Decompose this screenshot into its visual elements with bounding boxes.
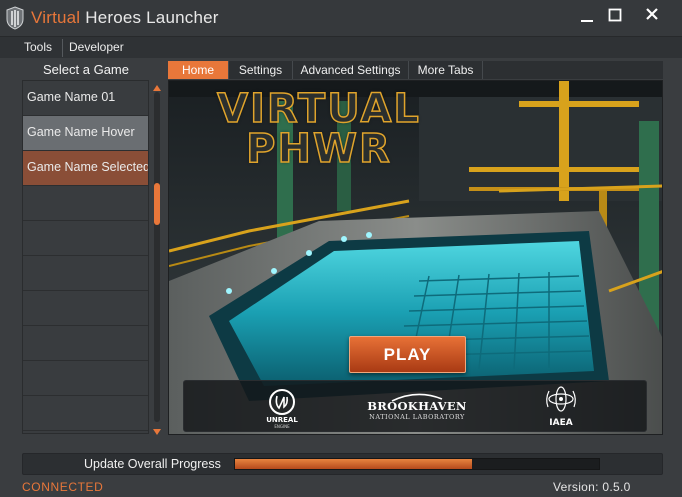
close-button[interactable] — [639, 6, 665, 28]
tab-bar-filler — [483, 61, 663, 79]
game-item-empty[interactable] — [23, 291, 148, 326]
window-title-rest: Heroes Launcher — [85, 8, 219, 27]
game-item-empty[interactable] — [23, 256, 148, 291]
home-hero: VIRTUAL PHWR PLAY UNREAL ENGINE BROOKHAV… — [168, 80, 663, 435]
game-item-empty[interactable] — [23, 396, 148, 431]
window-title-accent: Virtual — [31, 8, 81, 27]
progress-bar — [234, 458, 600, 470]
tab-settings[interactable]: Settings — [229, 61, 293, 79]
title-bar: Virtual Heroes Launcher — [0, 0, 682, 36]
hero-title-line-1: VIRTUAL — [216, 86, 421, 132]
maximize-icon — [608, 8, 622, 22]
connection-status: CONNECTED — [22, 480, 104, 494]
window-title: Virtual Heroes Launcher — [31, 8, 219, 28]
game-list-scrollbar[interactable] — [152, 80, 162, 435]
scroll-up-arrow-icon[interactable] — [152, 80, 162, 91]
menu-bar: Tools Developer — [0, 36, 682, 58]
brookhaven-logo-text: BROOKHAVEN — [367, 399, 467, 413]
unreal-logo-text: UNREAL — [266, 416, 298, 424]
game-item-empty[interactable] — [23, 361, 148, 396]
play-button[interactable]: PLAY — [349, 336, 466, 373]
unreal-engine-logo-icon: UNREAL ENGINE — [262, 387, 302, 429]
menu-divider — [62, 39, 63, 57]
scroll-thumb[interactable] — [154, 183, 160, 225]
iaea-logo-text: IAEA — [549, 418, 572, 428]
close-icon — [646, 8, 658, 20]
game-item-empty[interactable] — [23, 326, 148, 361]
version-label: Version: 0.5.0 — [553, 480, 631, 494]
game-item-empty[interactable] — [23, 186, 148, 221]
hero-title: VIRTUAL PHWR — [169, 86, 469, 172]
minimize-button[interactable] — [574, 6, 600, 28]
maximize-button[interactable] — [602, 6, 628, 28]
progress-bar-fill — [235, 459, 472, 469]
update-progress-panel: Update Overall Progress — [22, 453, 663, 475]
iaea-logo-icon: IAEA — [541, 385, 581, 429]
game-item[interactable]: Game Name 01 — [23, 81, 148, 116]
shield-logo-icon — [6, 6, 24, 30]
brookhaven-logo: BROOKHAVEN NATIONAL LABORATORY — [362, 391, 472, 425]
brookhaven-logo-subtext: NATIONAL LABORATORY — [369, 413, 465, 421]
game-item-selected[interactable]: Game Name Selected — [23, 151, 148, 186]
scroll-down-arrow-icon[interactable] — [152, 424, 162, 435]
tab-bar: Home Settings Advanced Settings More Tab… — [168, 61, 483, 79]
progress-label: Update Overall Progress — [84, 457, 221, 471]
tab-advanced-settings[interactable]: Advanced Settings — [293, 61, 409, 79]
unreal-logo-subtext: ENGINE — [274, 424, 290, 429]
hero-title-line-2: PHWR — [245, 126, 392, 172]
tab-home[interactable]: Home — [168, 61, 229, 79]
game-item-empty[interactable] — [23, 221, 148, 256]
minimize-icon — [581, 20, 593, 22]
game-item-hover[interactable]: Game Name Hover — [23, 116, 148, 151]
partner-logo-strip: UNREAL ENGINE BROOKHAVEN NATIONAL LABORA… — [183, 380, 647, 432]
tab-more-tabs[interactable]: More Tabs — [409, 61, 483, 79]
menu-developer[interactable]: Developer — [69, 40, 124, 54]
scroll-track[interactable] — [154, 92, 160, 422]
sidebar-title: Select a Game — [43, 62, 129, 77]
game-list: Game Name 01 Game Name Hover Game Name S… — [22, 80, 149, 434]
menu-tools[interactable]: Tools — [24, 40, 52, 54]
